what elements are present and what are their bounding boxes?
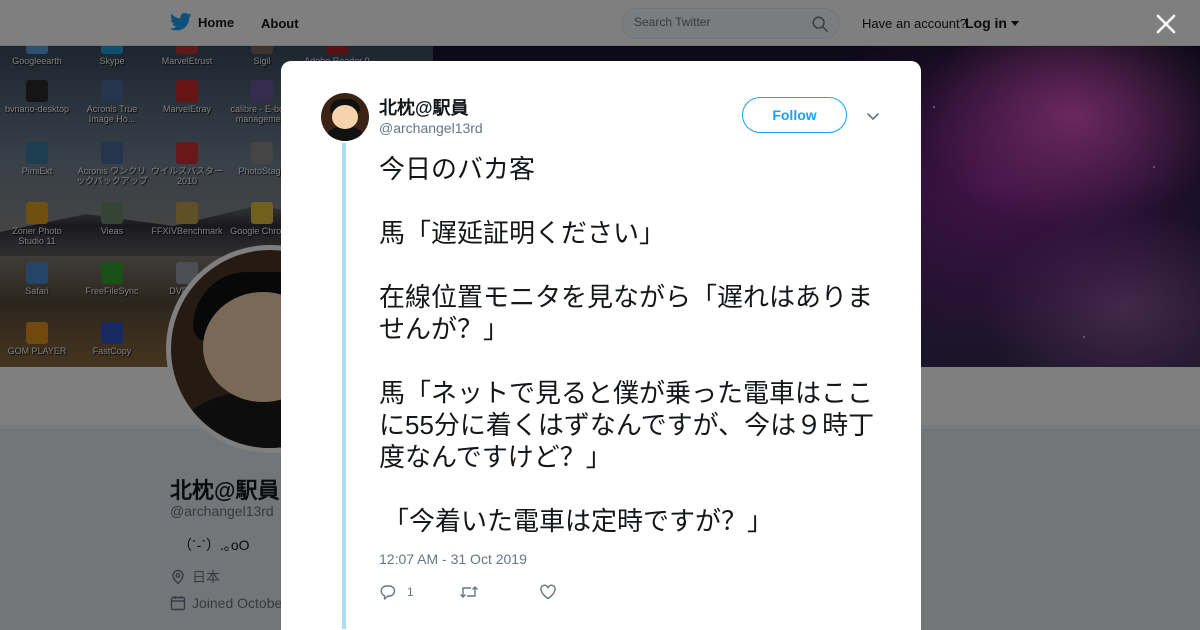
tweet-modal: 北枕@駅員 @archangel13rd Follow 今日のバカ客 馬「遅延証… bbox=[281, 61, 921, 630]
follow-button[interactable]: Follow bbox=[742, 97, 847, 133]
tweet-timestamp[interactable]: 12:07 AM - 31 Oct 2019 bbox=[379, 551, 527, 567]
retweet-button[interactable] bbox=[459, 583, 489, 601]
reply-icon bbox=[380, 585, 396, 600]
tweet-author-handle[interactable]: @archangel13rd bbox=[379, 120, 483, 136]
tweet-paragraph: 今日のバカ客 bbox=[379, 154, 536, 184]
reply-button[interactable]: 1 bbox=[379, 583, 414, 601]
tweet-paragraph: 馬「ネットで見ると僕が乗った電車はここに55分に着くはずなんですが、今は９時丁度… bbox=[379, 378, 875, 472]
tweet-author-name[interactable]: 北枕@駅員 bbox=[379, 94, 469, 120]
thread-line bbox=[342, 143, 346, 629]
retweet-icon bbox=[460, 586, 478, 598]
tweet-paragraph: 馬「遅延証明ください」 bbox=[379, 218, 666, 248]
reply-count: 1 bbox=[407, 585, 414, 599]
close-icon[interactable] bbox=[1154, 12, 1178, 36]
like-button[interactable] bbox=[539, 583, 567, 601]
avatar-face bbox=[332, 105, 358, 129]
tweet-paragraph: 「今着いた電車は定時ですが？」 bbox=[383, 506, 774, 536]
tweet-paragraph: 在線位置モニタを見ながら「遅れはありませんが？」 bbox=[379, 282, 874, 344]
chevron-down-icon[interactable] bbox=[865, 108, 881, 124]
heart-icon bbox=[540, 584, 556, 600]
tweet-author-avatar[interactable] bbox=[321, 93, 369, 141]
tweet-text: 今日のバカ客 馬「遅延証明ください」 在線位置モニタを見ながら「遅れはありません… bbox=[379, 153, 889, 569]
